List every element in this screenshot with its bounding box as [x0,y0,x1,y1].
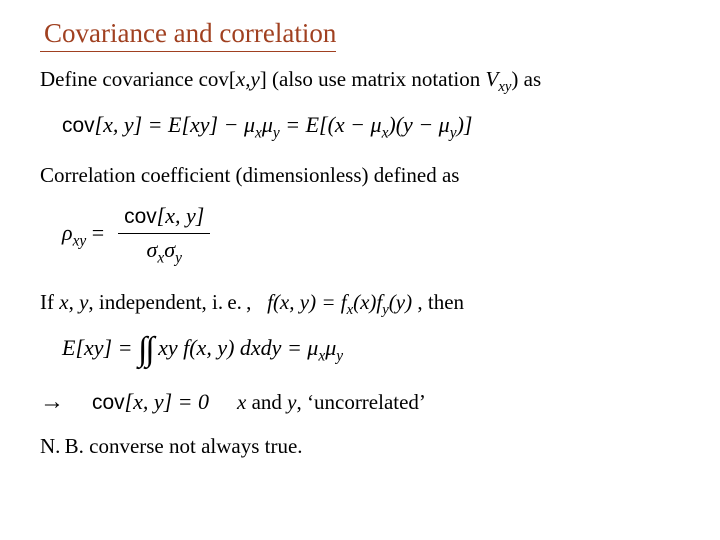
matrix-V: V [486,67,499,91]
txt: , independent, i. e. , [88,290,256,314]
eq-lhs: E[xy] = [62,335,138,360]
rho: ρ [62,220,73,245]
eq-part: [x, y] = E[xy] − μ [95,112,255,137]
bracket-xy: [x, y] [157,203,205,228]
sigma: σ [164,237,175,262]
eq-part: )(y − μ [388,112,449,137]
txt-then: , then [417,290,464,314]
slide-body: Define covariance cov[x,y] (also use mat… [40,66,680,460]
txt: ] (also use matrix notation [260,67,486,91]
sub-xy: xy [73,232,87,249]
arrow-line: → cov[x, y] = 0 x and y, ‘uncorrelated’ [40,387,680,417]
txt: If [40,290,59,314]
var-y: y [79,290,88,314]
eq-cov-zero: cov[x, y] = 0 [92,388,209,416]
eq-fxy: f(x, y) = f [267,290,346,314]
eq-part: μ [262,112,273,137]
sub-xy: xy [498,79,511,95]
txt: Define covariance cov[ [40,67,236,91]
txt: and [246,390,287,414]
sub-y: y [450,124,457,141]
slide: Covariance and correlation Define covari… [0,0,720,488]
rho-xy: ρxy = [62,219,104,251]
define-line: Define covariance cov[x,y] (also use mat… [40,66,680,97]
independent-line: If x, y, independent, i. e. , f(x, y) = … [40,289,680,320]
eq-part: [x, y] = 0 [125,389,210,414]
eq-part: xy f(x, y) dxdy = μ [153,335,319,360]
eq-covariance: cov[x, y] = E[xy] − μxμy = E[(x − μx)(y … [62,111,680,143]
slide-title: Covariance and correlation [40,18,336,52]
sub-y: y [175,249,182,266]
sub-y: y [336,347,343,364]
var-x: x [59,290,68,314]
eq-part: )] [457,112,473,137]
vars-xy: x,y [236,67,260,91]
nb-line: N. B. converse not always true. [40,433,680,459]
var-x: x [237,390,246,414]
sigma: σ [147,237,158,262]
txt: ) as [511,67,541,91]
numerator: cov[x, y] [118,202,210,233]
eq-correlation: ρxy = cov[x, y] σxσy [62,202,680,267]
txt: , ‘uncorrelated’ [297,390,426,414]
arrow-icon: → [40,387,64,417]
sub-y: y [273,124,280,141]
eq-part: = E[(x − μ [280,112,382,137]
correlation-line: Correlation coefficient (dimensionless) … [40,162,680,188]
eq-part: (y) [389,290,412,314]
sub-x: x [255,124,262,141]
eq-part: (x)f [353,290,382,314]
cov-label: cov [124,205,157,228]
eq-expectation: E[xy] = ∫∫ xy f(x, y) dxdy = μxμy [62,334,680,366]
uncorrelated-text: x and y, ‘uncorrelated’ [237,389,426,415]
var-y: y [287,390,296,414]
eq-sign: = [92,220,104,245]
fraction: cov[x, y] σxσy [118,202,210,267]
cov-label: cov [62,114,95,137]
denominator: σxσy [118,234,210,268]
cov-label: cov [92,391,125,414]
mu: μ [325,335,336,360]
